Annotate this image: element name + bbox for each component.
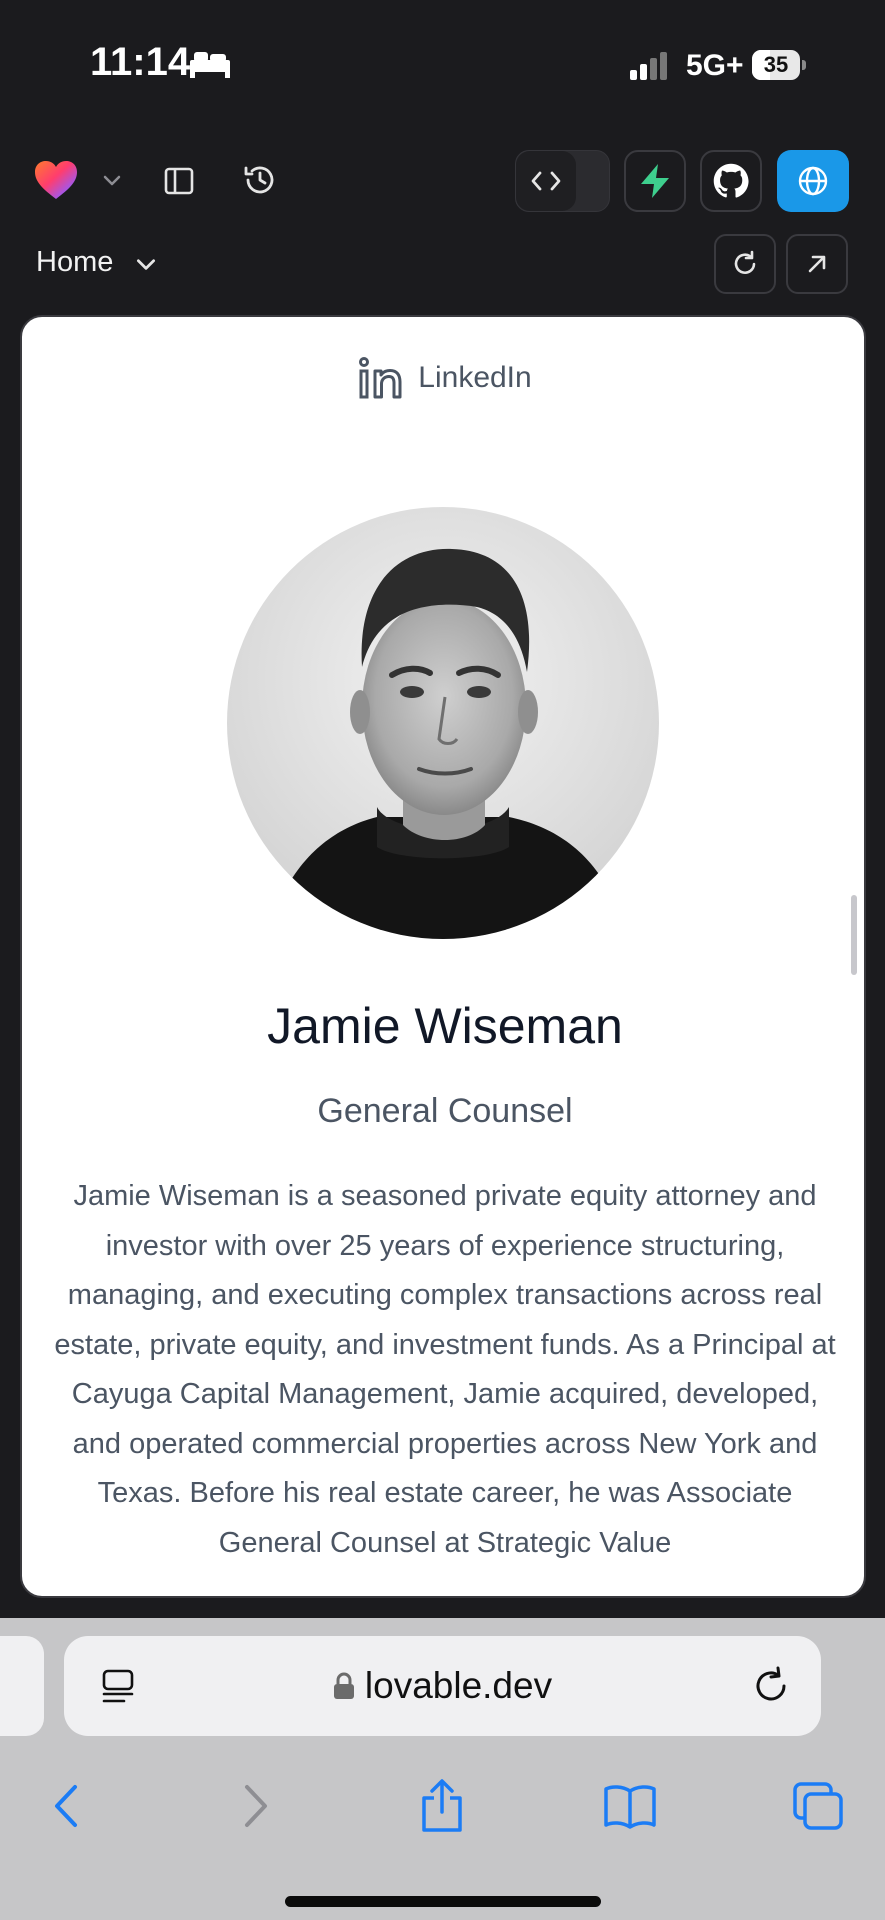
browser-nav	[0, 1758, 885, 1858]
url-text: lovable.dev	[364, 1665, 553, 1706]
supabase-button[interactable]	[624, 150, 686, 212]
signal-icon	[630, 52, 667, 80]
back-icon	[55, 1785, 77, 1827]
home-indicator	[285, 1896, 601, 1907]
tabs-button[interactable]	[790, 1778, 846, 1834]
clock: 11:14	[90, 40, 191, 84]
network-type: 5G+	[686, 49, 744, 82]
bookmarks-button[interactable]	[602, 1778, 658, 1834]
preview-reload-button[interactable]	[714, 234, 776, 294]
github-button[interactable]	[700, 150, 762, 212]
sidebar-icon[interactable]	[160, 162, 198, 200]
page-select-label[interactable]: Home	[36, 246, 113, 279]
previous-tab-peek[interactable]	[0, 1636, 44, 1736]
bed-icon	[190, 52, 230, 78]
profile-name: Jamie Wiseman	[267, 998, 623, 1054]
browser-bottom-bar: lovable.dev	[0, 1618, 885, 1920]
code-toggle-button[interactable]	[515, 150, 610, 212]
chevron-down-icon[interactable]	[100, 168, 124, 192]
preview-frame: LinkedIn Jamie Wiseman General Counsel J…	[20, 315, 866, 1598]
globe-icon	[798, 166, 828, 196]
profile-role: General Counsel	[317, 1092, 573, 1130]
share-button[interactable]	[414, 1778, 470, 1834]
linkedin-icon	[359, 357, 402, 399]
open-external-icon	[808, 255, 826, 273]
battery-indicator: 35	[752, 50, 808, 80]
code-icon	[516, 151, 576, 211]
open-in-new-tab-button[interactable]	[786, 234, 848, 294]
avatar	[227, 507, 659, 939]
github-icon	[713, 163, 749, 198]
lock-icon	[333, 1672, 354, 1699]
bookmarks-icon	[604, 1785, 656, 1829]
battery-level: 35	[763, 52, 789, 77]
reload-icon	[734, 250, 756, 274]
preview-scrollbar[interactable]	[851, 895, 857, 975]
forward-icon	[245, 1785, 267, 1827]
publish-button[interactable]	[777, 150, 849, 212]
linkedin-label: LinkedIn	[418, 361, 532, 394]
bolt-icon	[641, 164, 669, 198]
status-bar: 11:14 5G+ 35	[0, 0, 885, 130]
history-icon[interactable]	[240, 160, 280, 200]
share-icon	[422, 1779, 462, 1832]
chevron-down-icon[interactable]	[134, 252, 158, 276]
tabs-icon	[793, 1782, 843, 1830]
profile-bio: Jamie Wiseman is a seasoned private equi…	[54, 1180, 836, 1559]
editor-toolbar	[0, 140, 885, 220]
linkedin-link[interactable]: LinkedIn	[22, 357, 864, 399]
reload-icon[interactable]	[751, 1666, 791, 1706]
forward-button[interactable]	[228, 1778, 284, 1834]
lovable-heart-icon[interactable]	[32, 158, 80, 202]
address-bar[interactable]: lovable.dev	[64, 1636, 821, 1736]
back-button[interactable]	[38, 1778, 94, 1834]
page-nav-row: Home	[0, 234, 885, 294]
